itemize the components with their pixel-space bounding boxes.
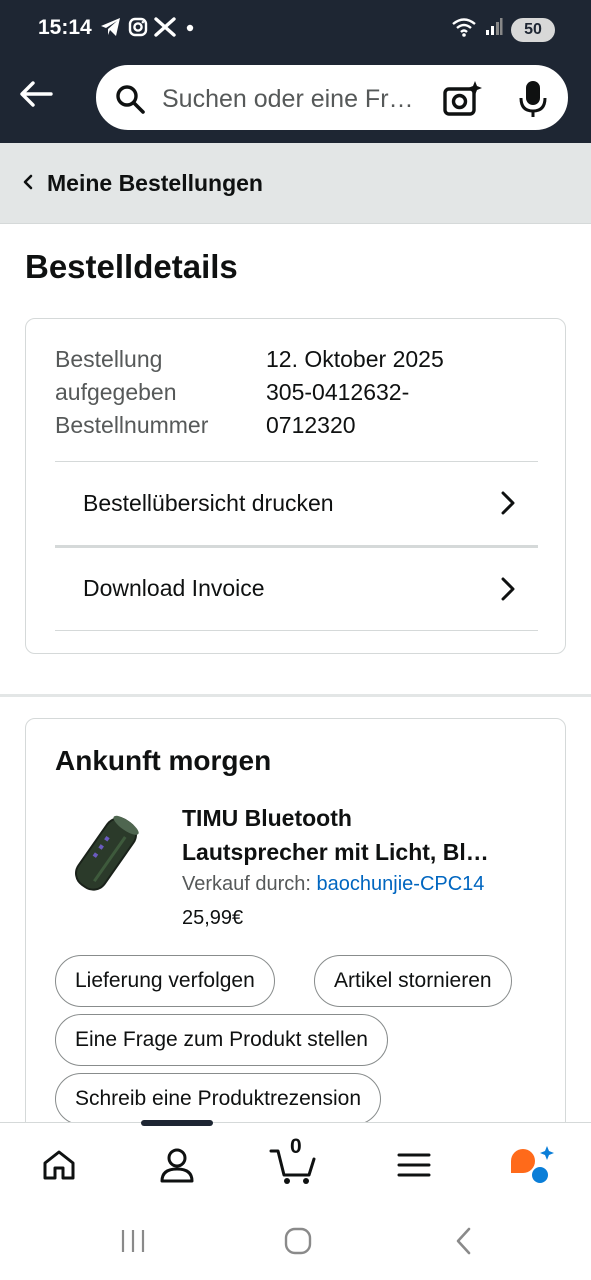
app-header: 15:14 50 Suchen oder eine Fr…: [0, 0, 591, 143]
dot-icon: [182, 17, 198, 42]
seller-info: Verkauf durch: baochunjie-CPC14: [182, 873, 484, 896]
arrow-left-icon: [20, 81, 53, 107]
shipment-card: Ankunft morgen TIMU Bluetooth Lautsprech…: [25, 718, 566, 1138]
placed-label-line1: Bestellung: [55, 346, 163, 372]
microphone-icon[interactable]: [518, 79, 548, 124]
download-invoice-label[interactable]: Download Invoice: [83, 575, 265, 602]
camera-search-icon[interactable]: [442, 79, 482, 124]
placed-label-line2: aufgegeben: [55, 379, 177, 405]
section-divider: [0, 694, 591, 697]
seller-link[interactable]: baochunjie-CPC14: [317, 873, 485, 895]
active-tab-indicator: [141, 1120, 213, 1126]
recents-icon[interactable]: [118, 1226, 148, 1261]
telegram-icon: [100, 17, 122, 42]
order-info-card: Bestellung aufgegeben Bestellnummer 12. …: [25, 318, 566, 654]
back-button[interactable]: [16, 76, 56, 112]
print-summary-label[interactable]: Bestellübersicht drucken: [83, 490, 334, 517]
order-meta-labels: Bestellung aufgegeben Bestellnummer: [55, 343, 208, 442]
write-review-button[interactable]: Schreib eine Produktrezension: [55, 1073, 382, 1125]
cancel-item-button[interactable]: Artikel stornieren: [314, 955, 512, 1007]
product-title[interactable]: TIMU Bluetooth Lautsprecher mit Licht, B…: [182, 801, 542, 869]
home-icon[interactable]: [34, 1143, 84, 1187]
arrival-status: Ankunft morgen: [55, 745, 272, 776]
bottom-navigation: 0: [0, 1120, 591, 1202]
home-circle-icon[interactable]: [283, 1226, 313, 1261]
download-invoice-row[interactable]: Download Invoice: [55, 545, 538, 629]
search-bar[interactable]: Suchen oder eine Fr…: [93, 62, 571, 133]
row-divider: [55, 630, 538, 631]
product-title-line1[interactable]: TIMU Bluetooth: [182, 801, 542, 835]
chevron-right-icon: [500, 576, 516, 607]
x-icon: [154, 17, 176, 42]
chevron-right-icon: [500, 490, 516, 521]
battery-icon: 50: [511, 17, 555, 42]
search-input[interactable]: Suchen oder eine Fr…: [162, 85, 427, 114]
track-delivery-button[interactable]: Lieferung verfolgen: [55, 955, 275, 1007]
cart-count: 0: [290, 1135, 302, 1158]
notification-icons: [100, 17, 198, 42]
system-status-icons: 50: [451, 16, 555, 43]
status-bar: 15:14 50: [0, 0, 591, 58]
status-time: 15:14: [38, 16, 92, 39]
order-number-label: Bestellnummer: [55, 412, 209, 438]
instagram-icon: [128, 17, 148, 42]
signal-icon: [485, 17, 503, 42]
product-image[interactable]: [66, 809, 146, 899]
rufus-icon[interactable]: [506, 1143, 556, 1187]
chevron-left-icon: [22, 173, 34, 196]
product-price: 25,99€: [182, 907, 244, 929]
seller-prefix: Verkauf durch:: [182, 873, 311, 895]
battery-level: 50: [524, 20, 542, 38]
order-number-line2: 0712320: [266, 412, 356, 438]
back-icon[interactable]: [452, 1226, 476, 1261]
order-number-line1: 305-0412632-: [266, 379, 410, 405]
order-date: 12. Oktober 2025: [266, 346, 444, 372]
wifi-icon: [451, 16, 477, 43]
ask-question-button[interactable]: Eine Frage zum Produkt stellen: [55, 1014, 388, 1066]
page-title: Bestelldetails: [25, 248, 238, 285]
account-icon[interactable]: [152, 1143, 202, 1187]
breadcrumb[interactable]: Meine Bestellungen: [0, 143, 591, 224]
breadcrumb-label[interactable]: Meine Bestellungen: [47, 170, 263, 197]
product-title-line2[interactable]: Lautsprecher mit Licht, Bl…: [182, 835, 542, 869]
print-summary-row[interactable]: Bestellübersicht drucken: [55, 461, 538, 545]
menu-icon[interactable]: [389, 1143, 439, 1187]
search-icon: [114, 83, 146, 120]
system-navigation: [0, 1202, 591, 1280]
order-meta-values: 12. Oktober 2025 305-0412632- 0712320: [266, 343, 444, 442]
